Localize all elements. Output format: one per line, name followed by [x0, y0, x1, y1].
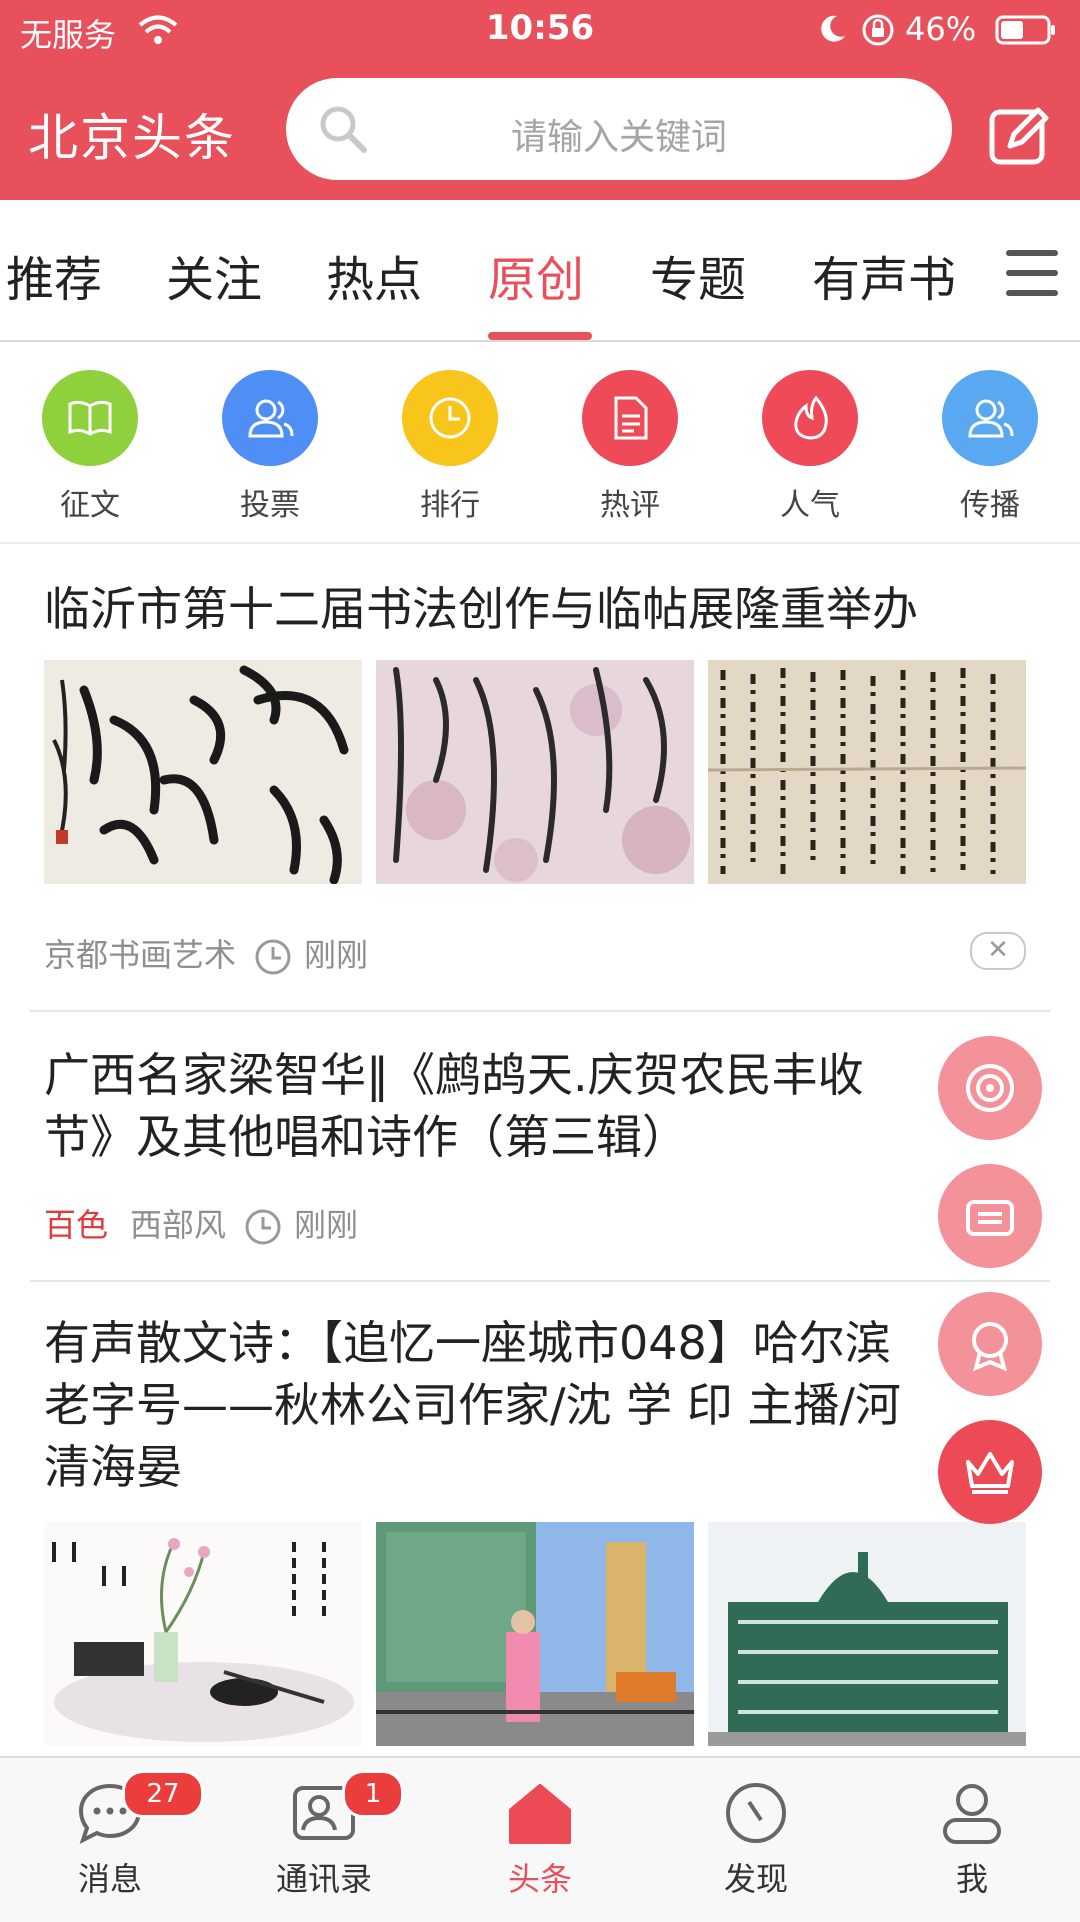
nav-label: 头条 [507, 1860, 572, 1898]
nav-label: 我 [955, 1860, 988, 1898]
news-title-line: 有声散文诗：【追忆一座城市048】哈尔滨 [44, 1316, 891, 1370]
news-title[interactable]: 广西名家梁智华‖《鹧鸪天.庆贺农民丰收 节》及其他唱和诗作（第三辑） [44, 1044, 1044, 1168]
radio-button[interactable] [938, 1164, 1042, 1268]
crown-icon [966, 1452, 1014, 1494]
dismiss-button[interactable]: ✕ [970, 932, 1026, 970]
battery-percent: 46% [905, 10, 977, 48]
quick-link-hot-comments[interactable]: 热评 [570, 370, 690, 524]
users-icon [222, 370, 318, 466]
app-title: 北京头条 [28, 109, 236, 167]
flame-icon [762, 370, 858, 466]
crown-button[interactable] [938, 1420, 1042, 1524]
tab-hot[interactable]: 热点 [326, 240, 422, 310]
quick-link-essay[interactable]: 征文 [30, 370, 150, 524]
category-tabs: 推荐 关注 热点 原创 专题 有声书 [0, 200, 1080, 342]
street-photo-image[interactable] [376, 1522, 694, 1746]
users-icon [942, 370, 1038, 466]
tab-topics[interactable]: 专题 [650, 240, 746, 310]
news-image-row [44, 1522, 1044, 1746]
divider [30, 1280, 1050, 1282]
quick-link-label: 传播 [960, 488, 1020, 523]
news-source: 西部风 [130, 1206, 227, 1244]
medal-button[interactable] [938, 1292, 1042, 1396]
nav-messages[interactable]: 消息 27 [30, 1770, 204, 1900]
quick-link-popular[interactable]: 人气 [750, 370, 870, 524]
bottom-nav: 消息 27 通讯录 1 头条 发现 我 [0, 1756, 1080, 1922]
calligraphy-image[interactable] [708, 660, 1026, 884]
tab-recommend[interactable]: 推荐 [6, 240, 102, 310]
menu-icon[interactable] [1006, 250, 1060, 298]
news-title-line: 节》及其他唱和诗作（第三辑） [44, 1110, 688, 1164]
quick-links: 征文 投票 排行 热评 人气 传播 [0, 342, 1080, 544]
unread-badge: 1 [342, 1770, 404, 1818]
home-icon [509, 1784, 571, 1844]
clock-icon [402, 370, 498, 466]
quick-link-label: 热评 [600, 488, 660, 523]
medal-icon [972, 1322, 1008, 1372]
person-icon [943, 1784, 1001, 1844]
battery-icon [995, 15, 1055, 45]
quick-link-label: 人气 [780, 488, 840, 523]
building-photo-image[interactable] [708, 1522, 1026, 1746]
nav-me[interactable]: 我 [892, 1778, 1052, 1900]
nav-label: 消息 [77, 1860, 142, 1898]
quick-link-ranking[interactable]: 排行 [390, 370, 510, 524]
target-button[interactable] [938, 1036, 1042, 1140]
tab-audiobook[interactable]: 有声书 [812, 240, 956, 310]
tab-original[interactable]: 原创 [488, 240, 584, 310]
news-source: 京都书画艺术 [44, 936, 237, 974]
nav-headlines[interactable]: 头条 [460, 1778, 620, 1900]
document-icon [582, 370, 678, 466]
news-time: 刚刚 [304, 936, 369, 974]
clock-icon [255, 939, 291, 975]
quick-link-share[interactable]: 传播 [930, 370, 1050, 524]
news-title[interactable]: 有声散文诗：【追忆一座城市048】哈尔滨 老字号——秋林公司作家/沈 学 印 主… [44, 1312, 1044, 1498]
compass-icon [726, 1783, 786, 1843]
divider [30, 1010, 1050, 1012]
rotation-lock-icon [862, 14, 894, 46]
news-title[interactable]: 临沂市第十二届书法创作与临帖展隆重举办 [44, 578, 1044, 640]
news-time: 刚刚 [294, 1206, 359, 1244]
active-tab-indicator [488, 332, 592, 340]
quick-link-label: 排行 [420, 488, 480, 523]
nav-label: 发现 [723, 1860, 788, 1898]
radio-icon [966, 1200, 1014, 1236]
news-title-line: 广西名家梁智华‖《鹧鸪天.庆贺农民丰收 [44, 1048, 864, 1102]
news-title-line: 清海晏 [44, 1440, 182, 1494]
news-title-line: 老字号——秋林公司作家/沈 学 印 主播/河 [44, 1378, 901, 1432]
calligraphy-image[interactable] [376, 660, 694, 884]
search-placeholder: 请输入关键词 [510, 117, 727, 158]
nav-label: 通讯录 [275, 1860, 372, 1898]
clock-icon [245, 1209, 281, 1245]
book-icon [42, 370, 138, 466]
app-header: 无服务 10:56 46% 北京头条 请输入关键词 [0, 0, 1080, 200]
unread-badge: 27 [122, 1770, 204, 1818]
tab-follow[interactable]: 关注 [166, 240, 262, 310]
news-image-row [44, 660, 1044, 884]
target-icon [966, 1064, 1014, 1112]
news-meta: 京都书画艺术 刚刚 [44, 930, 368, 976]
search-input[interactable]: 请输入关键词 [286, 78, 952, 180]
status-bar: 无服务 10:56 46% [0, 0, 1080, 60]
quick-link-label: 投票 [240, 488, 300, 523]
region-tag: 百色 [44, 1206, 109, 1244]
nav-contacts[interactable]: 通讯录 1 [244, 1770, 404, 1900]
news-meta: 百色 西部风 刚刚 [44, 1200, 358, 1246]
quick-link-label: 征文 [60, 488, 120, 523]
nav-discover[interactable]: 发现 [676, 1778, 836, 1900]
quick-link-vote[interactable]: 投票 [210, 370, 330, 524]
moon-icon [821, 15, 845, 42]
ink-painting-image[interactable] [44, 1522, 362, 1746]
edit-icon[interactable] [988, 104, 1050, 166]
calligraphy-image[interactable] [44, 660, 362, 884]
